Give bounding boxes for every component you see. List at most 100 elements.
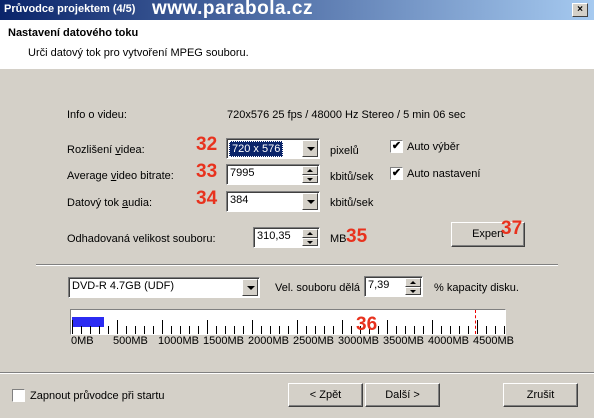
spin-up-icon[interactable] bbox=[405, 278, 421, 287]
ruler-tick bbox=[117, 320, 118, 334]
ruler-tick bbox=[180, 326, 181, 334]
annotation-36: 36 bbox=[356, 314, 378, 335]
ruler-tick bbox=[279, 326, 280, 334]
ruler-tick bbox=[495, 326, 496, 334]
ruler-tick bbox=[324, 326, 325, 334]
ruler-tick bbox=[468, 326, 469, 334]
ruler-label: 2000MB bbox=[248, 335, 289, 347]
annotation-32: 32 bbox=[196, 134, 218, 155]
ruler-tick bbox=[396, 326, 397, 334]
ruler-tick bbox=[198, 326, 199, 334]
ruler-tick bbox=[432, 320, 433, 334]
ruler-label: 500MB bbox=[113, 335, 148, 347]
ruler-tick bbox=[297, 320, 298, 334]
startup-checkbox-label: Zapnout průvodce při startu bbox=[30, 390, 165, 402]
ruler-label: 3500MB bbox=[383, 335, 424, 347]
spin-down-icon[interactable] bbox=[302, 174, 318, 183]
ruler-tick bbox=[81, 326, 82, 334]
ruler-tick bbox=[261, 326, 262, 334]
auto-select-label: Auto výběr bbox=[407, 141, 460, 153]
ruler-tick bbox=[234, 326, 235, 334]
avg-bitrate-spinbox[interactable]: 7995 bbox=[226, 164, 320, 185]
audio-bitrate-unit: kbitů/sek bbox=[330, 197, 374, 209]
ruler-tick bbox=[306, 326, 307, 334]
annotation-33: 33 bbox=[196, 161, 218, 182]
video-info-label: Info o videu: bbox=[67, 109, 127, 121]
est-size-spinbox[interactable]: 310,35 bbox=[253, 227, 320, 248]
back-button[interactable]: < Zpět bbox=[288, 383, 363, 407]
next-button[interactable]: Další > bbox=[365, 383, 440, 407]
ruler-tick bbox=[423, 326, 424, 334]
avg-bitrate-unit: kbitů/sek bbox=[330, 171, 374, 183]
disc-capacity-ruler bbox=[70, 309, 506, 335]
cancel-button[interactable]: Zrušit bbox=[503, 383, 578, 407]
ruler-label: 2500MB bbox=[293, 335, 334, 347]
ruler-tick bbox=[99, 326, 100, 334]
audio-bitrate-value: 384 bbox=[230, 194, 249, 206]
header-divider bbox=[0, 68, 594, 69]
capacity-suffix: % kapacity disku. bbox=[434, 282, 519, 294]
disc-type-value: DVD-R 4.7GB (UDF) bbox=[72, 280, 175, 292]
ruler-tick bbox=[90, 326, 91, 334]
spin-up-icon[interactable] bbox=[302, 229, 318, 238]
ruler-tick bbox=[216, 326, 217, 334]
ruler-tick bbox=[441, 326, 442, 334]
ruler-label: 1500MB bbox=[203, 335, 244, 347]
page-title: Nastavení datového toku bbox=[8, 27, 139, 39]
auto-settings-checkbox[interactable]: ✔ bbox=[390, 167, 403, 180]
capacity-limit-marker bbox=[475, 310, 476, 334]
annotation-35: 35 bbox=[346, 226, 368, 247]
ruler-label: 4500MB bbox=[473, 335, 514, 347]
disc-type-combobox[interactable]: DVD-R 4.7GB (UDF) bbox=[68, 277, 260, 298]
auto-select-checkbox[interactable]: ✔ bbox=[390, 140, 403, 153]
audio-bitrate-combobox[interactable]: 384 bbox=[226, 191, 320, 212]
ruler-tick bbox=[270, 326, 271, 334]
chevron-down-icon[interactable] bbox=[242, 279, 258, 296]
spinner[interactable] bbox=[405, 278, 421, 295]
ruler-tick bbox=[243, 326, 244, 334]
footer-divider bbox=[0, 372, 594, 374]
ruler-tick bbox=[486, 326, 487, 334]
est-size-label: Odhadovaná velikost souboru: bbox=[67, 233, 216, 245]
ruler-tick bbox=[153, 326, 154, 334]
ruler-tick bbox=[378, 326, 379, 334]
resolution-combobox[interactable]: 720 x 576 bbox=[226, 138, 320, 159]
ruler-label: 1000MB bbox=[158, 335, 199, 347]
video-info-value: 720x576 25 fps / 48000 Hz Stereo / 5 min… bbox=[227, 109, 466, 121]
ruler-tick bbox=[504, 326, 505, 334]
ruler-label: 4000MB bbox=[428, 335, 469, 347]
window-title: Průvodce projektem (4/5) bbox=[4, 3, 136, 15]
est-size-value: 310,35 bbox=[257, 230, 291, 242]
startup-checkbox[interactable] bbox=[12, 389, 25, 402]
page-subtitle: Urči datový tok pro vytvoření MPEG soubo… bbox=[28, 47, 249, 59]
ruler-tick bbox=[333, 326, 334, 334]
auto-settings-label: Auto nastavení bbox=[407, 168, 481, 180]
ruler-tick bbox=[252, 320, 253, 334]
annotation-37: 37 bbox=[501, 218, 523, 239]
ruler-tick bbox=[72, 320, 73, 334]
ruler-tick bbox=[450, 326, 451, 334]
ruler-tick bbox=[108, 326, 109, 334]
ruler-tick bbox=[189, 326, 190, 334]
close-button[interactable]: × bbox=[572, 3, 588, 17]
capacity-percent-spinbox[interactable]: 7,39 bbox=[364, 276, 423, 297]
file-size-label: Vel. souboru dělá bbox=[275, 282, 361, 294]
ruler-tick bbox=[144, 326, 145, 334]
annotation-34: 34 bbox=[196, 188, 218, 209]
spinner[interactable] bbox=[302, 166, 318, 183]
spin-down-icon[interactable] bbox=[405, 286, 421, 295]
spin-up-icon[interactable] bbox=[302, 166, 318, 175]
ruler-tick bbox=[135, 326, 136, 334]
est-size-unit: MB bbox=[330, 233, 347, 245]
chevron-down-icon[interactable] bbox=[302, 140, 318, 157]
ruler-tick bbox=[315, 326, 316, 334]
capacity-percent-value: 7,39 bbox=[368, 279, 390, 291]
spinner[interactable] bbox=[302, 229, 318, 246]
ruler-tick bbox=[207, 320, 208, 334]
chevron-down-icon[interactable] bbox=[302, 193, 318, 210]
avg-bitrate-value: 7995 bbox=[230, 167, 255, 179]
ruler-label: 0MB bbox=[71, 335, 94, 347]
spin-down-icon[interactable] bbox=[302, 237, 318, 246]
ruler-tick bbox=[414, 326, 415, 334]
ruler-tick bbox=[342, 320, 343, 334]
